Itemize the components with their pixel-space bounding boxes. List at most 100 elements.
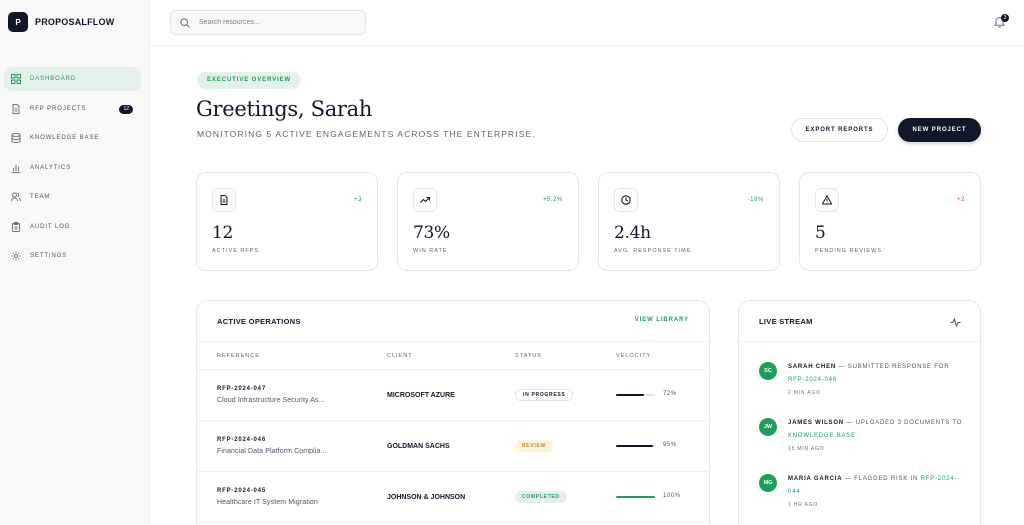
count-badge: 12: [119, 104, 133, 114]
sidebar-item-team[interactable]: TEAM: [4, 185, 141, 209]
column-header-velocity[interactable]: VELOCITY: [616, 353, 651, 359]
stat-value: 2.4h: [614, 223, 651, 243]
activity-pulse-icon[interactable]: [950, 315, 961, 328]
database-icon: [11, 133, 21, 143]
row-description: Cloud Infrastructure Security As...: [217, 397, 325, 404]
page-title: Greetings, Sarah: [196, 97, 373, 121]
activity-text: JAMES WILSON — UPLOADED 3 DOCUMENTS TO K…: [788, 417, 963, 455]
row-reference: RFP-2024-047: [217, 386, 266, 392]
activity-action: SUBMITTED RESPONSE FOR: [847, 364, 950, 370]
stat-card-response-time[interactable]: -18% 2.4h AVG. RESPONSE TIME: [598, 172, 780, 271]
brand-logo: P: [8, 12, 28, 32]
activity-target-link[interactable]: RFP-2024-046: [788, 377, 837, 383]
activity-time: 15 MIN AGO: [788, 446, 825, 452]
grid-icon: [11, 74, 21, 84]
activity-user: SARAH CHEN: [788, 364, 837, 370]
sidebar-item-audit-log[interactable]: AUDIT LOG: [4, 215, 141, 239]
gear-icon: [11, 251, 21, 261]
table-row[interactable]: RFP-2024-046 Financial Data Platform Com…: [197, 421, 709, 472]
export-reports-button[interactable]: EXPORT REPORTS: [791, 118, 888, 142]
activity-target-link[interactable]: KNOWLEDGE BASE: [788, 433, 856, 439]
divider: [739, 341, 980, 342]
panel-title: ACTIVE OPERATIONS: [217, 317, 301, 326]
activity-user: JAMES WILSON: [788, 420, 844, 426]
row-reference: RFP-2024-046: [217, 437, 266, 443]
page-subtitle: MONITORING 5 ACTIVE ENGAGEMENTS ACROSS T…: [197, 129, 536, 139]
view-library-link[interactable]: VIEW LIBRARY: [635, 317, 689, 323]
activity-time: 1 HR AGO: [788, 502, 819, 508]
velocity-bar-fill: [616, 445, 654, 447]
top-bar: 3: [150, 0, 1024, 46]
notification-badge: 3: [1001, 14, 1009, 22]
clock-icon: [614, 188, 638, 212]
stat-value: 73%: [413, 223, 450, 243]
sidebar-item-knowledge-base[interactable]: KNOWLEDGE BASE: [4, 126, 141, 150]
velocity-bar-fill: [616, 394, 645, 396]
sidebar-item-label: DASHBOARD: [30, 76, 77, 82]
bar-chart-icon: [11, 163, 21, 173]
status-badge: IN PROGRESS: [515, 389, 574, 401]
activity-text: SARAH CHEN — SUBMITTED RESPONSE FOR RFP-…: [788, 361, 963, 399]
stat-delta: +2: [956, 197, 965, 203]
activity-user: MARIA GARCIA: [788, 476, 843, 482]
row-description: Healthcare IT System Migration: [217, 499, 318, 506]
document-icon: [212, 188, 236, 212]
sidebar-item-rfp-projects[interactable]: RFP PROJECTS 12: [4, 97, 141, 121]
stat-label: PENDING REVIEWS: [815, 248, 882, 254]
sidebar-item-label: ANALYTICS: [30, 164, 71, 171]
velocity-bar: [616, 394, 655, 396]
stat-card-active-rfps[interactable]: +3 12 ACTIVE RFPS: [196, 172, 378, 271]
warning-icon: [815, 188, 839, 212]
status-badge: REVIEW: [515, 440, 553, 452]
avatar: SC: [759, 362, 777, 380]
stat-delta: -18%: [747, 197, 764, 203]
search-box[interactable]: [170, 10, 366, 35]
stat-card-pending-reviews[interactable]: +2 5 PENDING REVIEWS: [799, 172, 981, 271]
search-input[interactable]: [199, 19, 359, 26]
live-stream-panel: LIVE STREAM SC SARAH CHEN — SUBMITTED RE…: [738, 300, 981, 525]
stat-delta: +3: [353, 197, 362, 203]
stat-card-win-rate[interactable]: +5.2% 73% WIN RATE: [397, 172, 579, 271]
row-client: MICROSOFT AZURE: [387, 392, 455, 399]
section-pill: EXECUTIVE OVERVIEW: [197, 72, 302, 89]
velocity-percent: 72%: [663, 391, 677, 397]
sidebar-item-analytics[interactable]: ANALYTICS: [4, 156, 141, 180]
stat-label: ACTIVE RFPS: [212, 248, 260, 254]
activity-text: MARIA GARCIA — FLAGGED RISK IN RFP-2024-…: [788, 473, 963, 511]
panel-title: LIVE STREAM: [759, 317, 813, 326]
sidebar-item-dashboard[interactable]: DASHBOARD: [4, 67, 141, 91]
sidebar-item-settings[interactable]: SETTINGS: [4, 244, 141, 268]
sidebar: P PROPOSALFLOW DASHBOARD RFP PROJECTS 12…: [0, 0, 150, 525]
velocity-percent: 100%: [663, 493, 681, 499]
sidebar-item-label: TEAM: [30, 194, 51, 200]
column-header-reference[interactable]: REFERENCE: [217, 353, 260, 359]
document-icon: [11, 103, 21, 114]
activity-time: 2 MIN AGO: [788, 390, 821, 396]
brand-name: PROPOSALFLOW: [35, 17, 115, 27]
velocity-percent: 95%: [663, 442, 677, 448]
activity-action: FLAGGED RISK IN: [854, 476, 919, 482]
column-header-client[interactable]: CLIENT: [387, 353, 413, 359]
row-reference: RFP-2024-045: [217, 488, 266, 494]
new-project-button[interactable]: NEW PROJECT: [898, 118, 981, 142]
stat-label: AVG. RESPONSE TIME: [614, 248, 692, 254]
brand[interactable]: P PROPOSALFLOW: [8, 12, 114, 32]
stat-value: 5: [815, 223, 826, 243]
column-header-status[interactable]: STATUS: [515, 353, 542, 359]
velocity-bar: [616, 496, 655, 498]
stat-label: WIN RATE: [413, 248, 448, 254]
avatar: MG: [759, 474, 777, 492]
sidebar-nav: DASHBOARD RFP PROJECTS 12 KNOWLEDGE BASE…: [4, 67, 141, 274]
table-row[interactable]: RFP-2024-045 Healthcare IT System Migrat…: [197, 472, 709, 523]
active-operations-panel: ACTIVE OPERATIONS VIEW LIBRARY REFERENCE…: [196, 300, 710, 525]
velocity-bar: [616, 445, 655, 447]
table-header: REFERENCE CLIENT STATUS VELOCITY: [197, 341, 709, 370]
sidebar-item-label: RFP PROJECTS: [30, 105, 87, 112]
activity-action: UPLOADED 3 DOCUMENTS TO: [855, 420, 963, 426]
row-description: Financial Data Platform Complia...: [217, 448, 327, 455]
users-icon: [11, 192, 21, 202]
sidebar-item-label: KNOWLEDGE BASE: [30, 135, 100, 141]
search-icon: [180, 17, 190, 28]
table-row[interactable]: RFP-2024-047 Cloud Infrastructure Securi…: [197, 370, 709, 421]
status-badge: COMPLETED: [515, 491, 567, 503]
